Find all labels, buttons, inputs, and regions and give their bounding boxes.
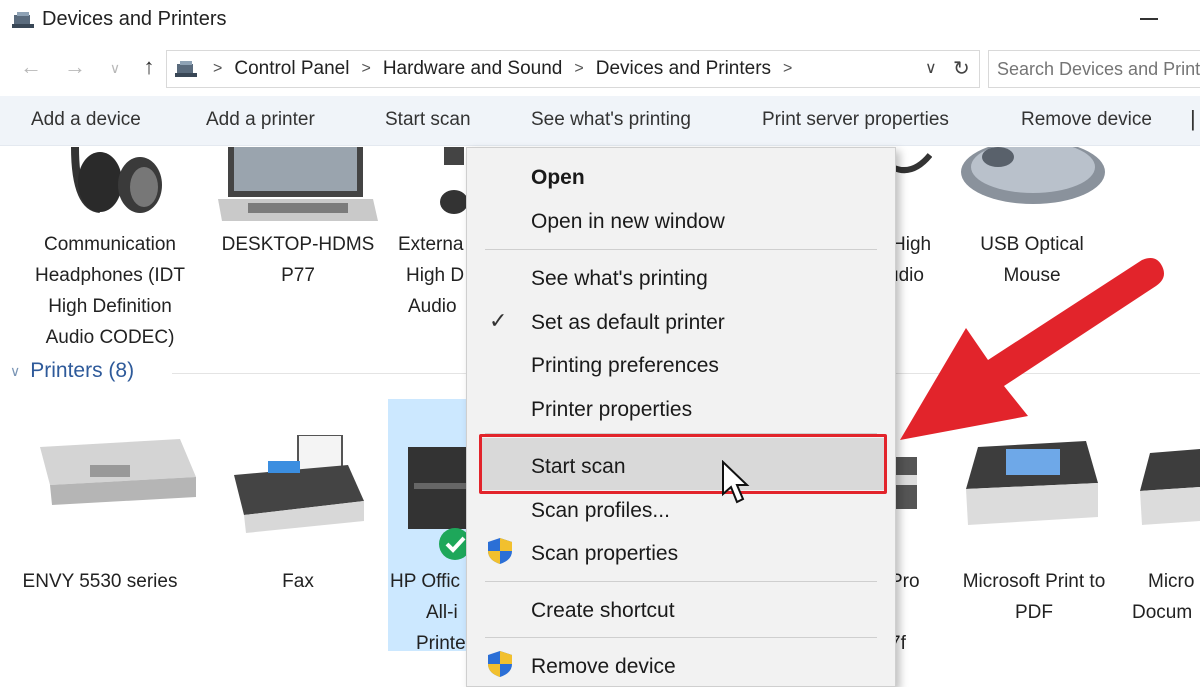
uac-shield-icon	[488, 538, 512, 564]
menu-item-remove-device[interactable]: Remove device	[531, 647, 676, 687]
printer-pro[interactable]: Pro 7f	[890, 566, 940, 659]
printer-icon	[893, 457, 917, 509]
menu-item-scan-profiles[interactable]: Scan profiles...	[531, 491, 670, 531]
address-dropdown-icon[interactable]: ∨	[925, 58, 937, 78]
add-printer-button[interactable]: Add a printer	[206, 109, 315, 131]
checkmark-icon: ✓	[489, 308, 508, 333]
see-whats-printing-button[interactable]: See what's printing	[531, 109, 691, 131]
more-icon[interactable]: |	[1190, 106, 1196, 132]
context-menu: Open Open in new window See what's print…	[466, 147, 896, 687]
menu-separator	[485, 637, 877, 638]
menu-item-open[interactable]: Open	[531, 158, 585, 198]
window-title: Devices and Printers	[42, 8, 227, 30]
printer-microsoft-print-to-pdf[interactable]: Microsoft Print to PDF	[944, 566, 1124, 628]
device-external-audio[interactable]: Externa High D Audio	[398, 229, 468, 322]
menu-item-printer-properties[interactable]: Printer properties	[531, 390, 692, 430]
mouse-icon	[961, 147, 1105, 204]
back-arrow-icon[interactable]: ←	[16, 54, 46, 80]
search-input[interactable]	[989, 51, 1200, 87]
audio-device-icon	[892, 153, 932, 173]
external-audio-icon	[440, 147, 468, 214]
remove-device-button[interactable]: Remove device	[1021, 109, 1152, 131]
envy-printer-icon	[40, 439, 196, 505]
printer-microsoft-xps-document[interactable]: Micro Docum	[1132, 566, 1200, 628]
chevron-down-icon[interactable]: ∨	[10, 363, 20, 380]
uac-shield-icon	[488, 651, 512, 677]
up-arrow-icon[interactable]: ↑	[134, 54, 164, 80]
control-panel-icon	[12, 12, 34, 28]
printer-hp-officejet[interactable]: HP Offic All-i Printe	[390, 566, 470, 659]
breadcrumb-control-panel[interactable]: Control Panel	[234, 58, 349, 80]
title-bar: Devices and Printers	[0, 0, 1200, 40]
forward-arrow-icon[interactable]: →	[60, 54, 90, 80]
breadcrumb-hardware-and-sound[interactable]: Hardware and Sound	[383, 58, 563, 80]
microsoft-xps-printer-icon	[1140, 449, 1200, 525]
breadcrumb-separator-icon[interactable]: >	[783, 60, 792, 78]
breadcrumb-separator-icon: >	[213, 60, 223, 77]
menu-item-scan-properties[interactable]: Scan properties	[531, 534, 678, 574]
menu-item-see-whats-printing[interactable]: See what's printing	[531, 259, 708, 299]
start-scan-highlight-box	[479, 434, 887, 494]
menu-item-printing-preferences[interactable]: Printing preferences	[531, 346, 719, 386]
minimize-button[interactable]	[1140, 18, 1158, 20]
control-panel-icon	[175, 61, 197, 77]
headphones-icon	[71, 147, 162, 213]
breadcrumb-devices-and-printers[interactable]: Devices and Printers	[596, 58, 771, 80]
breadcrumb-separator-icon: >	[574, 60, 584, 77]
printers-section-header[interactable]: ∨ Printers (8)	[10, 359, 134, 383]
breadcrumb-separator-icon: >	[361, 60, 371, 77]
device-communication-headphones[interactable]: Communication Headphones (IDT High Defin…	[10, 229, 210, 353]
printer-envy-5530[interactable]: ENVY 5530 series	[0, 566, 200, 597]
menu-separator	[485, 249, 877, 250]
laptop-icon	[218, 147, 378, 221]
breadcrumb: > Control Panel > Hardware and Sound > D…	[175, 58, 804, 80]
menu-item-open-in-new-window[interactable]: Open in new window	[531, 202, 725, 242]
microsoft-print-to-pdf-icon	[966, 441, 1098, 525]
device-desktop-pc[interactable]: DESKTOP-HDMS P77	[208, 229, 388, 291]
menu-item-set-as-default-printer[interactable]: Set as default printer	[531, 303, 725, 343]
address-box[interactable]: > Control Panel > Hardware and Sound > D…	[166, 50, 980, 88]
menu-separator	[485, 581, 877, 582]
refresh-icon[interactable]: ↻	[953, 56, 970, 81]
fax-icon	[234, 435, 364, 533]
print-server-properties-button[interactable]: Print server properties	[762, 109, 949, 131]
red-arrow-icon	[900, 258, 1164, 440]
hp-officejet-printer-icon	[408, 447, 466, 529]
recent-locations-chevron-icon[interactable]: ∨	[100, 60, 130, 77]
address-bar: ← → ∨ ↑ > Control Panel > Hardware and S…	[0, 48, 1200, 92]
mouse-cursor-icon	[722, 460, 750, 504]
add-device-button[interactable]: Add a device	[31, 109, 141, 131]
printer-fax[interactable]: Fax	[248, 566, 348, 597]
start-scan-button[interactable]: Start scan	[385, 109, 471, 131]
search-box[interactable]	[988, 50, 1200, 88]
menu-item-create-shortcut[interactable]: Create shortcut	[531, 591, 675, 631]
command-bar: Add a device Add a printer Start scan Se…	[0, 96, 1200, 146]
